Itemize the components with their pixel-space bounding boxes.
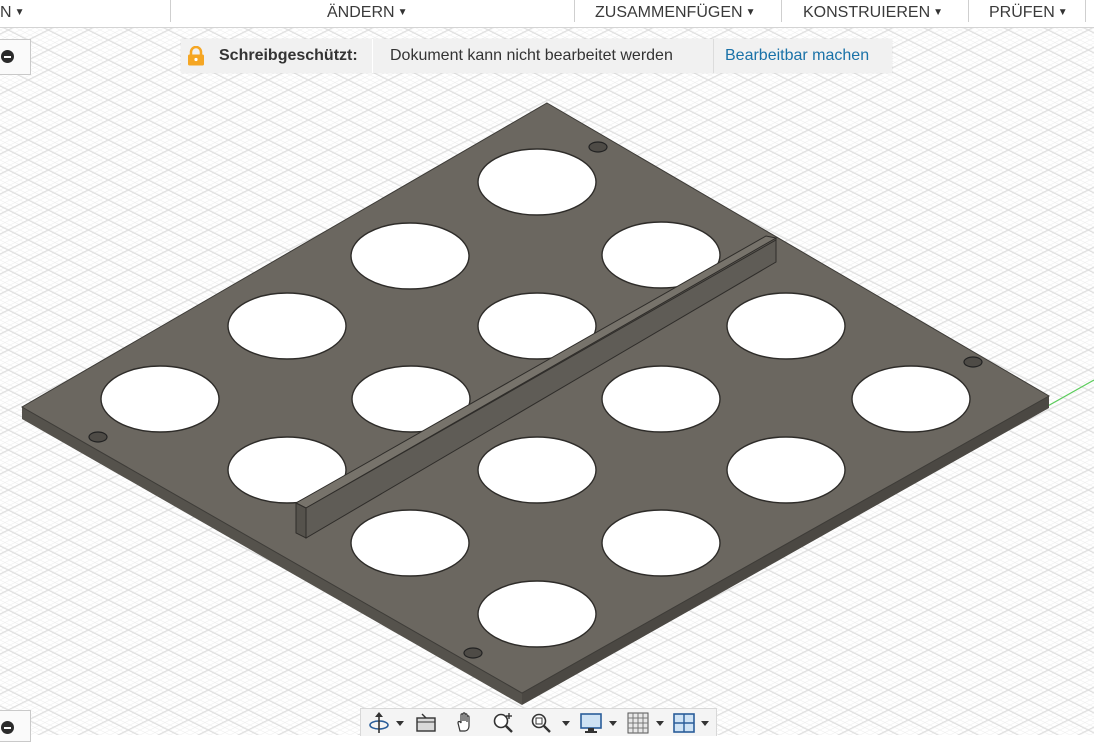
menu-konstruieren-label: KONSTRUIEREN bbox=[803, 4, 931, 21]
comments-expand-button[interactable] bbox=[0, 710, 31, 742]
menu-pruefen-label: PRÜFEN bbox=[989, 4, 1055, 21]
display-settings-icon bbox=[580, 713, 602, 733]
look-at-icon bbox=[416, 713, 436, 732]
viewports-icon bbox=[673, 713, 695, 733]
pin-hole bbox=[88, 431, 108, 443]
pin-hole bbox=[463, 647, 483, 659]
hole bbox=[851, 365, 971, 433]
menu-konstruieren[interactable]: KONSTRUIEREN ▼ bbox=[803, 0, 943, 27]
toolbar-divider bbox=[170, 0, 171, 22]
menu-zusammenfuegen-label: ZUSAMMENFÜGEN bbox=[595, 4, 743, 21]
hole bbox=[726, 436, 846, 504]
orbit-button[interactable] bbox=[367, 711, 393, 735]
chevron-down-icon[interactable] bbox=[656, 721, 664, 726]
hole bbox=[227, 292, 347, 360]
zoom-icon bbox=[493, 713, 513, 733]
grid-icon bbox=[627, 712, 649, 734]
menu-zusammenfuegen[interactable]: ZUSAMMENFÜGEN ▼ bbox=[595, 0, 755, 27]
toolbar-divider bbox=[1085, 0, 1086, 22]
read-only-banner: Schreibgeschützt: Dokument kann nicht be… bbox=[181, 39, 892, 73]
toolbar: N ▼ ÄNDERN ▼ ZUSAMMENFÜGEN ▼ KONSTRUIEREN ▼ … bbox=[0, 0, 1094, 28]
hole bbox=[477, 436, 597, 504]
fit-button[interactable] bbox=[529, 711, 555, 735]
minus-icon bbox=[1, 50, 14, 63]
hole bbox=[100, 365, 220, 433]
menu-aendern[interactable]: ÄNDERN ▼ bbox=[327, 0, 407, 27]
chevron-down-icon: ▼ bbox=[745, 7, 756, 18]
display-settings-button[interactable] bbox=[579, 711, 605, 735]
plus-icon bbox=[1, 721, 14, 734]
chevron-down-icon[interactable] bbox=[701, 721, 709, 726]
lock-icon bbox=[188, 46, 204, 66]
toolbar-divider bbox=[574, 0, 575, 22]
chevron-down-icon: ▼ bbox=[933, 7, 944, 18]
hole bbox=[601, 365, 721, 433]
viewport-svg bbox=[0, 28, 1094, 735]
chevron-down-icon: ▼ bbox=[14, 7, 25, 18]
menu-n-label: N bbox=[0, 4, 12, 21]
read-only-message: Dokument kann nicht bearbeitet werden bbox=[390, 47, 673, 64]
browser-collapse-button[interactable] bbox=[0, 39, 31, 75]
toolbar-divider bbox=[968, 0, 969, 22]
chevron-down-icon: ▼ bbox=[1057, 7, 1068, 18]
zoom-button[interactable] bbox=[491, 711, 517, 735]
chevron-down-icon[interactable] bbox=[609, 721, 617, 726]
hole bbox=[601, 509, 721, 577]
hole bbox=[350, 222, 470, 290]
chevron-down-icon[interactable] bbox=[396, 721, 404, 726]
menu-n[interactable]: N ▼ bbox=[0, 0, 24, 27]
look-at-button[interactable] bbox=[413, 711, 439, 735]
menu-pruefen[interactable]: PRÜFEN ▼ bbox=[989, 0, 1068, 27]
viewports-button[interactable] bbox=[672, 711, 698, 735]
toolbar-divider bbox=[781, 0, 782, 22]
hole bbox=[726, 292, 846, 360]
pin-hole bbox=[588, 141, 608, 153]
banner-divider bbox=[372, 39, 373, 73]
chevron-down-icon[interactable] bbox=[562, 721, 570, 726]
pan-icon bbox=[457, 712, 470, 732]
pin-hole bbox=[963, 356, 983, 368]
hole bbox=[477, 580, 597, 648]
rib-end bbox=[295, 502, 307, 539]
canvas-viewport[interactable] bbox=[0, 28, 1094, 735]
hole bbox=[350, 509, 470, 577]
hole bbox=[477, 148, 597, 216]
read-only-title: Schreibgeschützt: bbox=[219, 47, 358, 64]
make-editable-link[interactable]: Bearbeitbar machen bbox=[713, 39, 900, 73]
orbit-icon bbox=[369, 712, 389, 733]
grid-settings-button[interactable] bbox=[626, 711, 652, 735]
menu-aendern-label: ÄNDERN bbox=[327, 4, 395, 21]
fit-icon bbox=[531, 713, 551, 733]
pan-button[interactable] bbox=[453, 711, 479, 735]
navigation-bar bbox=[360, 708, 717, 736]
chevron-down-icon: ▼ bbox=[397, 7, 408, 18]
